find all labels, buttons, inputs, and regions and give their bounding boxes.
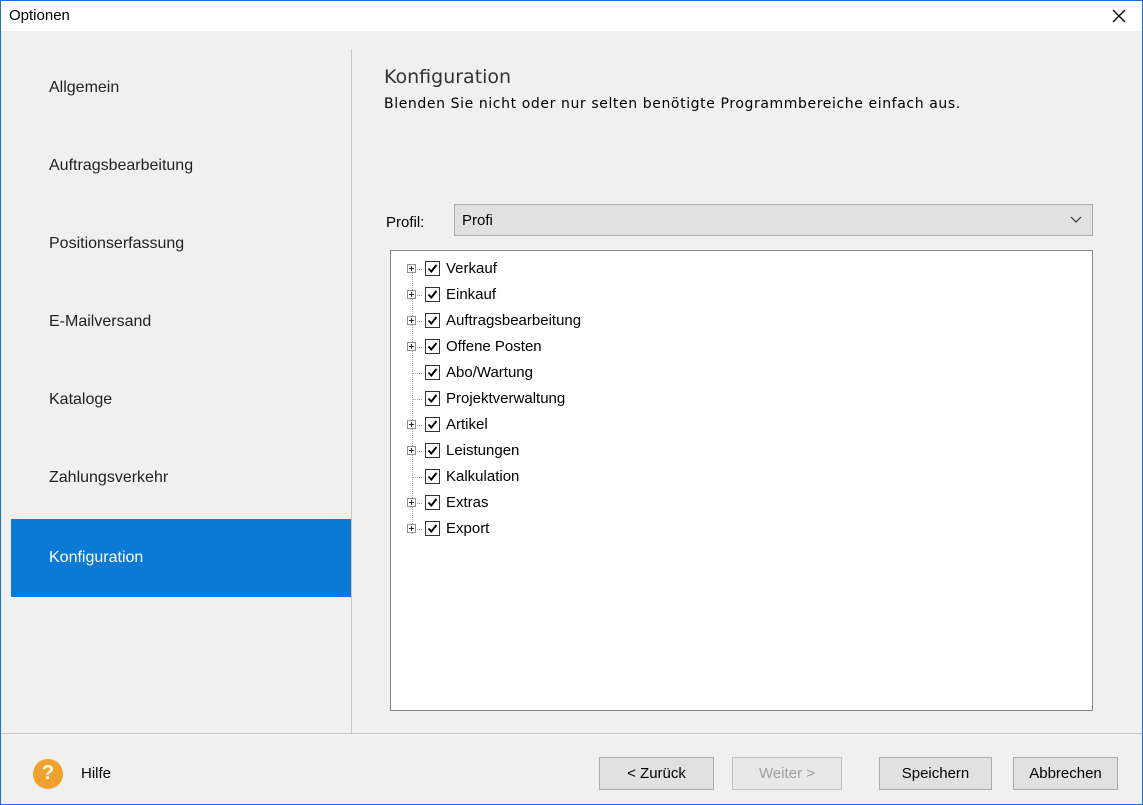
tree-item-label[interactable]: Einkauf <box>446 286 496 303</box>
tree-checkbox[interactable] <box>425 287 440 302</box>
sidebar-item-label: E-Mailversand <box>49 313 152 330</box>
tree-item-auftragsbearbeitung: Auftragsbearbeitung <box>391 308 1091 334</box>
cancel-button[interactable]: Abbrechen <box>1013 757 1118 790</box>
check-icon <box>427 420 438 430</box>
profil-dropdown[interactable]: Profi <box>454 204 1093 236</box>
close-button[interactable] <box>1096 1 1142 31</box>
save-button[interactable]: Speichern <box>879 757 992 790</box>
expand-icon[interactable] <box>407 264 416 273</box>
tree-item-extras: Extras <box>391 490 1091 516</box>
tree-checkbox[interactable] <box>425 443 440 458</box>
help-link[interactable]: Hilfe <box>81 765 111 782</box>
expand-icon[interactable] <box>407 342 416 351</box>
tree-item-label[interactable]: Artikel <box>446 416 488 433</box>
options-dialog: Optionen Allgemein Auftragsbearbeitung P… <box>0 0 1143 805</box>
tree-item-abo-wartung: Abo/Wartung <box>391 360 1091 386</box>
tree-checkbox[interactable] <box>425 365 440 380</box>
tree-item-artikel: Artikel <box>391 412 1091 438</box>
sidebar: Allgemein Auftragsbearbeitung Positionse… <box>11 49 351 733</box>
profil-selected-value: Profi <box>462 212 493 229</box>
tree-item-label[interactable]: Kalkulation <box>446 468 519 485</box>
footer-divider <box>1 733 1142 734</box>
profil-label: Profil: <box>386 214 425 231</box>
tree-item-verkauf: Verkauf <box>391 256 1091 282</box>
page-title: Konfiguration <box>384 66 512 88</box>
tree-item-label[interactable]: Leistungen <box>446 442 519 459</box>
tree-checkbox[interactable] <box>425 261 440 276</box>
check-icon <box>427 368 438 378</box>
tree-checkbox[interactable] <box>425 521 440 536</box>
tree-checkbox[interactable] <box>425 313 440 328</box>
sidebar-item-konfiguration[interactable]: Konfiguration <box>11 519 351 597</box>
tree-item-export: Export <box>391 516 1091 542</box>
tree-item-kalkulation: Kalkulation <box>391 464 1091 490</box>
tree-checkbox[interactable] <box>425 417 440 432</box>
expand-icon[interactable] <box>407 290 416 299</box>
sidebar-item-label: Positionserfassung <box>49 235 185 252</box>
check-icon <box>427 290 438 300</box>
module-tree: Verkauf Einkauf Auftragsbearbeitung Offe… <box>390 250 1093 711</box>
check-icon <box>427 264 438 274</box>
help-icon[interactable]: ? <box>33 759 63 789</box>
tree-item-label[interactable]: Auftragsbearbeitung <box>446 312 581 329</box>
sidebar-item-zahlungsverkehr[interactable]: Zahlungsverkehr <box>11 439 351 517</box>
check-icon <box>427 342 438 352</box>
tree-item-offene-posten: Offene Posten <box>391 334 1091 360</box>
title-bar: Optionen <box>1 1 1142 31</box>
tree-checkbox[interactable] <box>425 469 440 484</box>
tree-item-label[interactable]: Abo/Wartung <box>446 364 533 381</box>
tree-item-label[interactable]: Extras <box>446 494 489 511</box>
sidebar-item-allgemein[interactable]: Allgemein <box>11 49 351 127</box>
expand-icon[interactable] <box>407 316 416 325</box>
tree-connector <box>413 373 422 374</box>
tree-item-projektverwaltung: Projektverwaltung <box>391 386 1091 412</box>
expand-icon[interactable] <box>407 524 416 533</box>
tree-connector <box>413 399 422 400</box>
check-icon <box>427 394 438 404</box>
check-icon <box>427 498 438 508</box>
check-icon <box>427 524 438 534</box>
back-button[interactable]: < Zurück <box>599 757 714 790</box>
help-glyph: ? <box>41 762 55 784</box>
tree-checkbox[interactable] <box>425 495 440 510</box>
chevron-down-icon <box>1070 216 1082 223</box>
close-icon <box>1112 9 1126 23</box>
sidebar-item-positionserfassung[interactable]: Positionserfassung <box>11 205 351 283</box>
sidebar-item-emailversand[interactable]: E-Mailversand <box>11 283 351 361</box>
tree-item-label[interactable]: Offene Posten <box>446 338 542 355</box>
tree-item-einkauf: Einkauf <box>391 282 1091 308</box>
tree-connector <box>413 477 422 478</box>
tree-item-leistungen: Leistungen <box>391 438 1091 464</box>
sidebar-item-label: Auftragsbearbeitung <box>49 157 194 174</box>
page-description: Blenden Sie nicht oder nur selten benöti… <box>384 96 961 112</box>
sidebar-item-label: Zahlungsverkehr <box>49 469 169 486</box>
tree-checkbox[interactable] <box>425 339 440 354</box>
sidebar-item-label: Konfiguration <box>49 549 144 566</box>
sidebar-item-kataloge[interactable]: Kataloge <box>11 361 351 439</box>
panel-divider <box>351 49 352 733</box>
window-title: Optionen <box>9 7 70 24</box>
sidebar-item-auftragsbearbeitung[interactable]: Auftragsbearbeitung <box>11 127 351 205</box>
next-button[interactable]: Weiter > <box>732 757 842 790</box>
check-icon <box>427 472 438 482</box>
tree-item-label[interactable]: Verkauf <box>446 260 497 277</box>
expand-icon[interactable] <box>407 498 416 507</box>
tree-item-label[interactable]: Projektverwaltung <box>446 390 565 407</box>
expand-icon[interactable] <box>407 420 416 429</box>
tree-item-label[interactable]: Export <box>446 520 489 537</box>
sidebar-item-label: Kataloge <box>49 391 113 408</box>
check-icon <box>427 446 438 456</box>
tree-checkbox[interactable] <box>425 391 440 406</box>
expand-icon[interactable] <box>407 446 416 455</box>
check-icon <box>427 316 438 326</box>
sidebar-item-label: Allgemein <box>49 79 120 96</box>
